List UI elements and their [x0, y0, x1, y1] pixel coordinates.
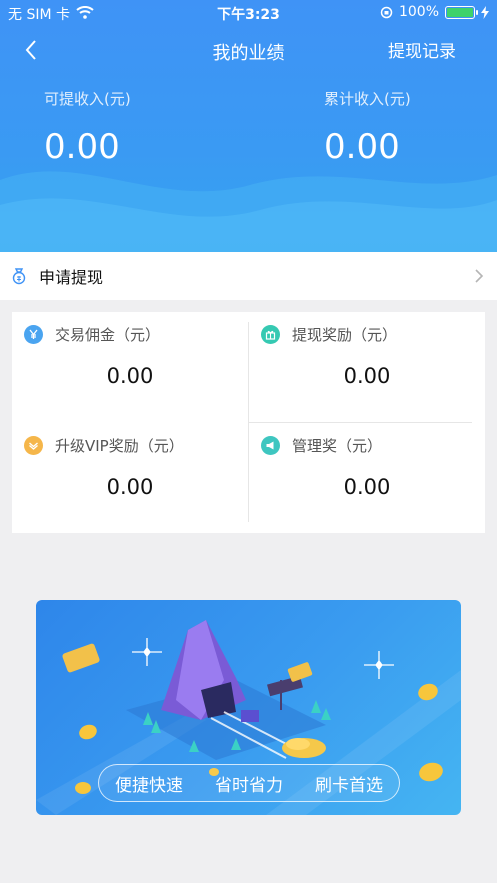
banner-tag: 刷卡首选: [315, 775, 383, 796]
chevron-right-icon: [475, 269, 484, 283]
total-label: 累计收入(元): [324, 90, 411, 108]
stat-value: 0.00: [343, 475, 391, 499]
stat-label: 提现奖励（元）: [292, 326, 398, 344]
orientation-lock-icon: [380, 6, 393, 18]
apply-withdraw-label: 申请提现: [39, 268, 104, 287]
stat-value: 0.00: [106, 364, 154, 388]
vip-icon: [24, 436, 43, 455]
money-bag-icon: [12, 268, 26, 285]
stat-label: 管理奖（元）: [292, 437, 383, 455]
status-bar: 无 SIM 卡 下午3:23 100%: [0, 0, 497, 26]
withdrawable-label: 可提收入(元): [44, 90, 131, 108]
withdrawable-value: 0.00: [44, 127, 120, 167]
charging-icon: [481, 5, 489, 19]
withdraw-record-link[interactable]: 提现记录: [388, 37, 456, 62]
apply-withdraw-row[interactable]: 申请提现: [0, 252, 497, 300]
promo-banner[interactable]: 便捷快速 省时省力 刷卡首选: [36, 600, 461, 815]
total-value: 0.00: [324, 127, 400, 167]
stat-label: 交易佣金（元）: [55, 326, 161, 344]
battery-icon: [445, 5, 478, 19]
banner-tag: 便捷快速: [115, 775, 183, 796]
stat-cell-commission: 交易佣金（元） 0.00: [12, 312, 248, 422]
stat-value: 0.00: [343, 364, 391, 388]
stat-label: 升级VIP奖励（元）: [55, 437, 184, 455]
earnings-grid: 交易佣金（元） 0.00 提现奖励（元） 0.00 升级VIP奖励（元） 0.0…: [12, 312, 485, 533]
megaphone-icon: [261, 436, 280, 455]
stat-cell-withdraw-reward: 提现奖励（元） 0.00: [249, 312, 485, 422]
total-income: 累计收入(元) 0.00: [324, 88, 411, 167]
status-right: 100%: [380, 4, 489, 20]
nav-bar: 我的业绩 提现记录: [0, 32, 497, 68]
yen-icon: [24, 325, 43, 344]
banner-tags: 便捷快速 省时省力 刷卡首选: [98, 764, 400, 802]
header: 无 SIM 卡 下午3:23 100% 我的业绩 提现记录 可提收入(元) 0.…: [0, 0, 497, 252]
battery-percent: 100%: [398, 4, 439, 20]
stat-cell-management: 管理奖（元） 0.00: [249, 423, 485, 533]
stat-value: 0.00: [106, 475, 154, 499]
banner-tag: 省时省力: [215, 775, 283, 796]
gift-icon: [261, 325, 280, 344]
stat-cell-vip-reward: 升级VIP奖励（元） 0.00: [12, 423, 248, 533]
withdrawable-income: 可提收入(元) 0.00: [44, 88, 131, 167]
